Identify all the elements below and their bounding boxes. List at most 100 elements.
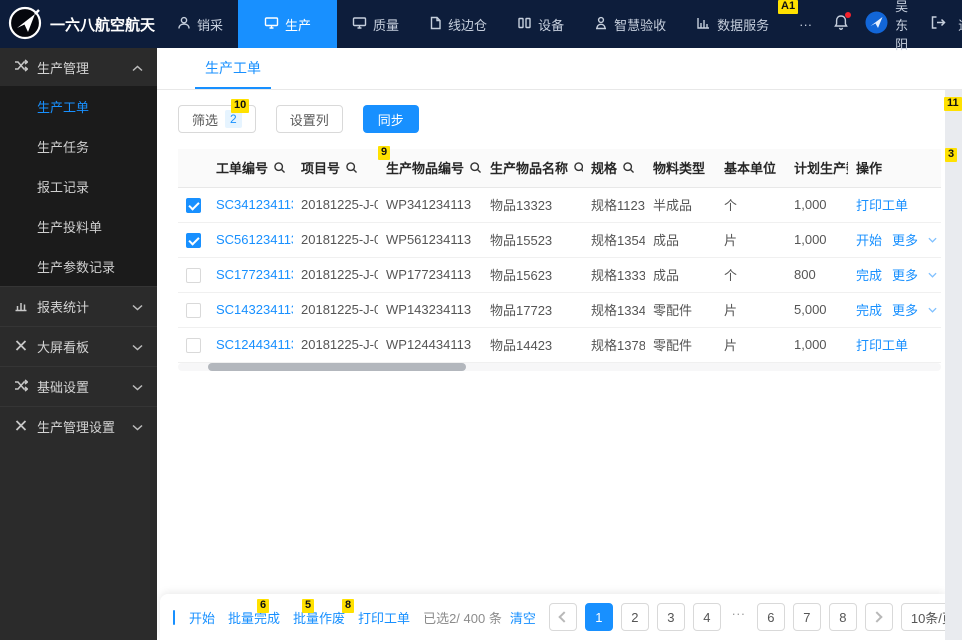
cell-planned-qty: 1,000 bbox=[786, 222, 848, 257]
row-action-link[interactable]: 更多 bbox=[892, 300, 918, 319]
search-icon[interactable] bbox=[469, 161, 482, 174]
page-button-1[interactable]: 1 bbox=[585, 603, 613, 631]
shuffle-icon bbox=[14, 379, 28, 395]
sidebar-item-label: 生产管理 bbox=[37, 58, 89, 77]
chevron-up-icon bbox=[132, 60, 143, 75]
row-checkbox[interactable] bbox=[186, 338, 201, 353]
cell-actions: 打印工单 bbox=[848, 187, 941, 222]
search-icon[interactable] bbox=[622, 161, 635, 174]
nav-item-equipment[interactable]: 设备 bbox=[502, 0, 579, 48]
table-row: SC34123411320181225-J-01WP341234113物品133… bbox=[178, 187, 941, 222]
annotation-badge-3: 3 bbox=[945, 148, 957, 162]
cell-planned-qty: 1,000 bbox=[786, 187, 848, 222]
shuffle-icon bbox=[14, 59, 28, 75]
next-page-button[interactable] bbox=[865, 603, 893, 631]
cell-unit: 个 bbox=[716, 257, 786, 292]
table-row: SC14323411320181225-J-04WP143234113物品177… bbox=[178, 292, 941, 327]
set-columns-label: 设置列 bbox=[290, 110, 329, 129]
tools-icon bbox=[14, 339, 28, 355]
page-button-6[interactable]: 6 bbox=[757, 603, 785, 631]
cell-material-type: 零配件 bbox=[645, 327, 716, 362]
cell-actions: 开始更多 bbox=[848, 222, 941, 257]
sidebar-item-production-task[interactable]: 生产任务 bbox=[0, 126, 157, 166]
production-management-submenu: 生产工单 生产任务 报工记录 生产投料单 生产参数记录 bbox=[0, 86, 157, 286]
sidebar-item-report-statistics[interactable]: 报表统计 bbox=[0, 286, 157, 326]
search-icon[interactable] bbox=[345, 161, 358, 174]
chevron-down-icon bbox=[132, 419, 143, 434]
nav-item-data-service[interactable]: 数据服务 bbox=[681, 0, 784, 48]
monitor-icon bbox=[352, 16, 367, 33]
annotation-badge-6: 6 bbox=[257, 599, 269, 613]
clear-selection-link[interactable]: 清空 bbox=[510, 608, 536, 627]
sync-button[interactable]: 同步 bbox=[363, 105, 419, 133]
app-logo-icon bbox=[8, 6, 42, 43]
cell-item-no: WP143234113 bbox=[378, 292, 482, 327]
batch-void-link[interactable]: 批量作废 bbox=[293, 608, 345, 627]
logout-button[interactable]: 退出 bbox=[930, 0, 962, 48]
batch-complete-link[interactable]: 批量完成 bbox=[228, 608, 280, 627]
chevron-down-icon bbox=[928, 307, 937, 313]
cell-item-name: 物品14423 bbox=[482, 327, 583, 362]
search-icon[interactable] bbox=[273, 161, 286, 174]
cell-item-no: WP561234113 bbox=[378, 222, 482, 257]
user-menu[interactable]: 吴东阳 bbox=[865, 0, 908, 53]
avatar bbox=[865, 11, 888, 37]
page-button-7[interactable]: 7 bbox=[793, 603, 821, 631]
set-columns-button[interactable]: 设置列 bbox=[276, 105, 343, 133]
horizontal-scrollbar-thumb[interactable] bbox=[208, 363, 466, 371]
nav-item-quality[interactable]: 质量 bbox=[337, 0, 414, 48]
nav-item-label: 设备 bbox=[538, 15, 564, 34]
tab-production-work-order[interactable]: 生产工单 bbox=[195, 48, 271, 89]
batch-start-link[interactable]: 开始 bbox=[189, 608, 215, 627]
page-button-4[interactable]: 4 bbox=[693, 603, 721, 631]
horizontal-scrollbar-track[interactable] bbox=[178, 363, 941, 371]
cell-unit: 个 bbox=[716, 187, 786, 222]
filter-button-label: 筛选 bbox=[192, 110, 218, 129]
page-ellipsis[interactable]: ... bbox=[729, 603, 749, 631]
search-icon[interactable] bbox=[573, 161, 583, 174]
sidebar-item-production-feeding-order[interactable]: 生产投料单 bbox=[0, 206, 157, 246]
row-action-link[interactable]: 打印工单 bbox=[856, 195, 908, 214]
row-action-link[interactable]: 完成 bbox=[856, 265, 882, 284]
row-action-link[interactable]: 更多 bbox=[892, 230, 918, 249]
nav-item-purchase[interactable]: 销采 bbox=[162, 0, 238, 48]
row-checkbox[interactable] bbox=[186, 233, 201, 248]
notification-bell-icon[interactable] bbox=[833, 14, 849, 34]
order-number-link[interactable]: SC561234113 bbox=[216, 232, 293, 247]
row-action-link[interactable]: 更多 bbox=[892, 265, 918, 284]
page-button-2[interactable]: 2 bbox=[621, 603, 649, 631]
batch-print-link[interactable]: 打印工单 bbox=[358, 608, 410, 627]
nav-item-production[interactable]: 生产 bbox=[238, 0, 337, 48]
order-number-link[interactable]: SC124434113 bbox=[216, 337, 293, 352]
prev-page-button[interactable] bbox=[549, 603, 577, 631]
sidebar-item-production-work-order[interactable]: 生产工单 bbox=[0, 86, 157, 126]
cell-item-name: 物品15523 bbox=[482, 222, 583, 257]
sidebar-item-production-management[interactable]: 生产管理 bbox=[0, 48, 157, 86]
page-button-3[interactable]: 3 bbox=[657, 603, 685, 631]
nav-item-smart-acceptance[interactable]: 智慧验收 bbox=[579, 0, 681, 48]
sidebar-item-production-parameter-records[interactable]: 生产参数记录 bbox=[0, 246, 157, 286]
column-header: 生产物品名称 bbox=[482, 149, 583, 187]
cell-item-name: 物品15623 bbox=[482, 257, 583, 292]
sidebar-item-production-management-settings[interactable]: 生产管理设置 bbox=[0, 406, 157, 446]
row-action-link[interactable]: 打印工单 bbox=[856, 335, 908, 354]
vertical-scrollbar[interactable] bbox=[945, 90, 962, 640]
row-action-link[interactable]: 开始 bbox=[856, 230, 882, 249]
order-number-link[interactable]: SC177234113 bbox=[216, 267, 293, 282]
row-checkbox[interactable] bbox=[186, 198, 201, 213]
select-column-header bbox=[178, 149, 208, 187]
sidebar-item-basic-settings[interactable]: 基础设置 bbox=[0, 366, 157, 406]
chevron-right-icon bbox=[872, 611, 883, 622]
page-button-8[interactable]: 8 bbox=[829, 603, 857, 631]
user-name: 吴东阳 bbox=[895, 0, 908, 53]
sidebar-item-work-report-records[interactable]: 报工记录 bbox=[0, 166, 157, 206]
robot-icon bbox=[594, 16, 608, 33]
sidebar-item-dashboard-board[interactable]: 大屏看板 bbox=[0, 326, 157, 366]
order-number-link[interactable]: SC341234113 bbox=[216, 197, 293, 212]
nav-item-line-warehouse[interactable]: 线边仓 bbox=[414, 0, 502, 48]
select-all-checkbox[interactable] bbox=[173, 610, 175, 625]
row-action-link[interactable]: 完成 bbox=[856, 300, 882, 319]
row-checkbox[interactable] bbox=[186, 268, 201, 283]
row-checkbox[interactable] bbox=[186, 303, 201, 318]
order-number-link[interactable]: SC143234113 bbox=[216, 302, 293, 317]
